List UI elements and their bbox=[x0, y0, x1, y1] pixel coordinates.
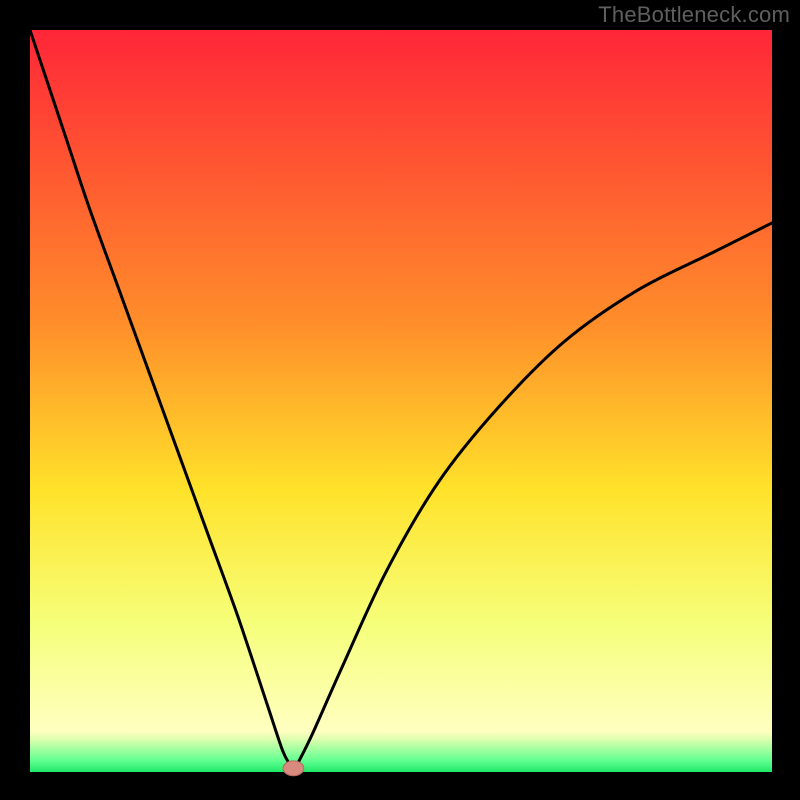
optimal-point-marker bbox=[283, 761, 304, 776]
bottleneck-chart bbox=[0, 0, 800, 800]
plot-area bbox=[30, 30, 772, 772]
chart-frame: TheBottleneck.com bbox=[0, 0, 800, 800]
watermark-text: TheBottleneck.com bbox=[598, 2, 790, 28]
